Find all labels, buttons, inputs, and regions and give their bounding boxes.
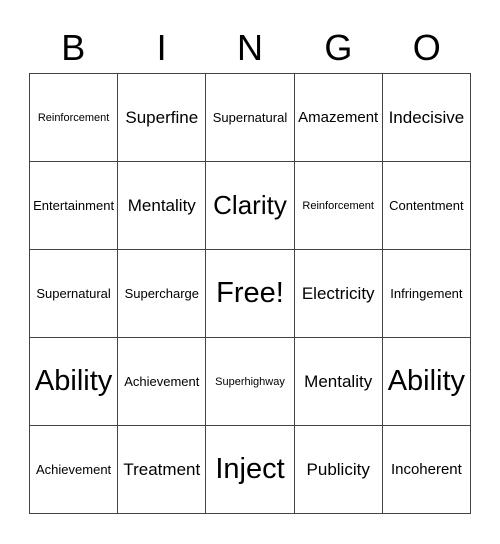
bingo-cell[interactable]: Clarity bbox=[206, 162, 295, 250]
bingo-cell[interactable]: Treatment bbox=[118, 426, 207, 514]
bingo-cell[interactable]: Supercharge bbox=[118, 250, 207, 338]
header-letter-i: I bbox=[156, 27, 167, 68]
bingo-cell[interactable]: Supernatural bbox=[30, 250, 119, 338]
bingo-cell[interactable]: Electricity bbox=[294, 250, 383, 338]
header-letter-b: B bbox=[61, 27, 86, 68]
bingo-cell[interactable]: Ability bbox=[382, 338, 471, 426]
header-letter-o: O bbox=[412, 27, 441, 68]
bingo-cell[interactable]: Publicity bbox=[294, 426, 383, 514]
bingo-cell[interactable]: Mentality bbox=[118, 162, 207, 250]
bingo-cell[interactable]: Contentment bbox=[382, 162, 471, 250]
header-letter-g: G bbox=[324, 27, 353, 68]
bingo-cell[interactable]: Superhighway bbox=[206, 338, 295, 426]
bingo-header: B I N G O bbox=[29, 26, 471, 70]
bingo-cell[interactable]: Indecisive bbox=[382, 74, 471, 162]
bingo-cell[interactable]: Entertainment bbox=[30, 162, 119, 250]
bingo-cell[interactable]: Infringement bbox=[382, 250, 471, 338]
header-letter-n: N bbox=[236, 27, 263, 68]
bingo-cell[interactable]: Ability bbox=[30, 338, 119, 426]
bingo-cell[interactable]: Superfine bbox=[118, 74, 207, 162]
bingo-cell[interactable]: Supernatural bbox=[206, 74, 295, 162]
bingo-cell[interactable]: Amazement bbox=[294, 74, 383, 162]
bingo-cell[interactable]: Reinforcement bbox=[294, 162, 383, 250]
bingo-cell[interactable]: Incoherent bbox=[382, 426, 471, 514]
bingo-cell[interactable]: Mentality bbox=[294, 338, 383, 426]
bingo-cell[interactable]: Achievement bbox=[118, 338, 207, 426]
free-space-cell[interactable]: Free! bbox=[206, 250, 295, 338]
bingo-cell[interactable]: Reinforcement bbox=[30, 74, 119, 162]
bingo-cell[interactable]: Achievement bbox=[30, 426, 119, 514]
bingo-board: Reinforcement Superfine Supernatural Ama… bbox=[29, 73, 471, 514]
bingo-cell[interactable]: Inject bbox=[206, 426, 295, 514]
